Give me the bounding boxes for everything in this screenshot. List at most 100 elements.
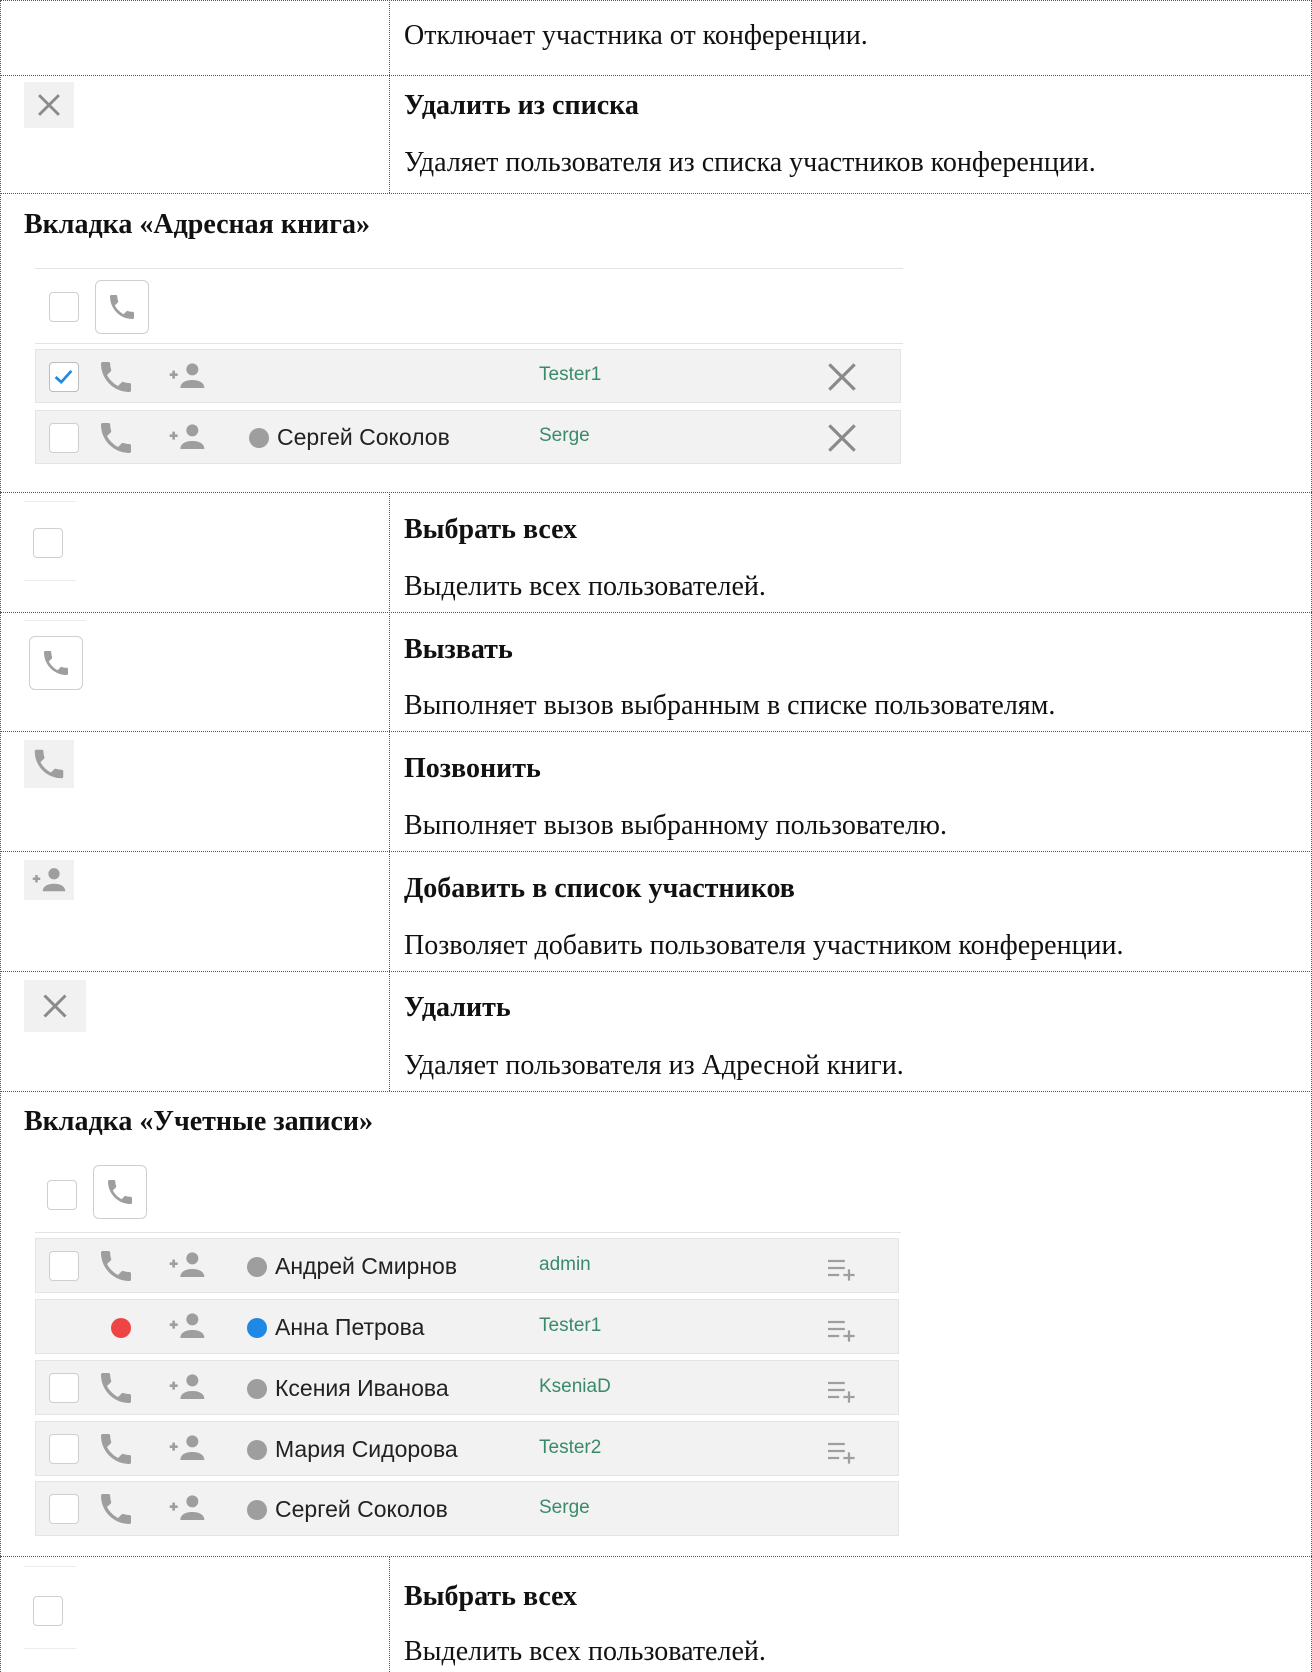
row-description: Позволяет добавить пользователя участник… (404, 930, 1124, 961)
list-item[interactable]: Сергей Соколов Serge (35, 1481, 899, 1536)
row-checkbox[interactable] (49, 362, 79, 392)
row-divider (0, 1091, 1312, 1092)
call-selected-button[interactable] (93, 1165, 147, 1219)
column-divider (389, 1556, 390, 1672)
phone-icon (44, 651, 68, 675)
row-title: Выбрать всех (404, 1581, 578, 1612)
row-divider (0, 971, 1312, 972)
add-person-icon[interactable] (167, 1432, 207, 1464)
select-all-checkbox[interactable] (47, 1180, 77, 1210)
add-person-icon[interactable] (167, 1371, 207, 1403)
close-icon (24, 980, 86, 1032)
status-dot (247, 1500, 267, 1520)
call-selected-button[interactable] (95, 280, 149, 334)
phone-icon (108, 1180, 132, 1204)
row-divider (0, 1556, 1312, 1557)
checkbox-icon (33, 1596, 63, 1626)
login-label: admin (539, 1254, 591, 1275)
row-checkbox[interactable] (49, 1373, 79, 1403)
login-label: Serge (539, 1497, 590, 1518)
row-divider (0, 75, 1312, 76)
phone-icon[interactable] (96, 1489, 136, 1529)
list-item[interactable]: Андрей Смирнов admin (35, 1238, 899, 1293)
divider (24, 501, 76, 502)
divider (24, 620, 86, 621)
row-divider (0, 193, 1312, 194)
row-checkbox[interactable] (49, 423, 79, 453)
call-state-dot (111, 1318, 131, 1338)
checkbox-icon (33, 528, 63, 558)
row-divider (0, 612, 1312, 613)
row-checkbox[interactable] (49, 1494, 79, 1524)
login-label: Tester1 (539, 364, 602, 385)
panel-divider (35, 1232, 901, 1233)
row-divider (0, 492, 1312, 493)
add-person-icon[interactable] (167, 1249, 207, 1281)
column-divider (389, 0, 390, 193)
row-description: Отключает участника от конференции. (404, 20, 868, 51)
panel-divider (35, 268, 903, 269)
row-divider (0, 851, 1312, 852)
row-description: Выполняет вызов выбранным в списке польз… (404, 690, 1056, 721)
list-item[interactable]: Анна Петрова Tester1 (35, 1299, 899, 1354)
checkmark-icon (54, 369, 73, 385)
status-dot (249, 428, 269, 448)
row-divider (0, 731, 1312, 732)
add-person-icon (24, 860, 74, 900)
phone-icon[interactable] (96, 357, 136, 397)
login-label: KseniaD (539, 1376, 611, 1397)
row-title: Добавить в список участников (404, 873, 795, 904)
row-checkbox[interactable] (49, 1434, 79, 1464)
row-description: Удаляет пользователя из списка участнико… (404, 147, 1096, 178)
row-checkbox[interactable] (49, 1251, 79, 1281)
phone-icon (24, 740, 74, 788)
list-item[interactable]: Ксения Иванова KseniaD (35, 1360, 899, 1415)
phone-icon[interactable] (96, 1368, 136, 1408)
user-name: Сергей Соколов (275, 1496, 448, 1522)
phone-icon[interactable] (96, 1246, 136, 1286)
add-person-icon[interactable] (167, 1492, 207, 1524)
status-dot (247, 1257, 267, 1277)
phone-icon[interactable] (96, 418, 136, 458)
playlist-add-icon[interactable] (825, 1437, 859, 1465)
add-person-icon[interactable] (167, 360, 207, 392)
row-title: Вызвать (404, 634, 513, 665)
add-person-icon[interactable] (167, 421, 207, 453)
close-icon[interactable] (823, 358, 861, 396)
phone-icon[interactable] (96, 1429, 136, 1469)
playlist-add-icon[interactable] (825, 1376, 859, 1404)
user-name: Сергей Соколов (277, 424, 450, 450)
playlist-add-icon[interactable] (825, 1315, 859, 1343)
panel-divider (35, 343, 903, 344)
list-item[interactable]: Сергей Соколов Serge (35, 410, 901, 464)
login-label: Tester1 (539, 1315, 602, 1336)
login-label: Tester2 (539, 1437, 602, 1458)
phone-icon (110, 295, 134, 319)
table-top-border (0, 0, 1312, 1)
row-description: Выделить всех пользователей. (404, 1636, 766, 1667)
status-dot (247, 1379, 267, 1399)
close-icon (24, 82, 74, 128)
row-title: Выбрать всех (404, 514, 578, 545)
divider (24, 1648, 76, 1649)
section-heading-address-book: Вкладка «Адресная книга» (24, 209, 370, 240)
playlist-add-icon[interactable] (825, 1254, 859, 1282)
status-dot (247, 1318, 267, 1338)
user-name: Анна Петрова (275, 1314, 425, 1340)
list-item[interactable]: Мария Сидорова Tester2 (35, 1421, 899, 1476)
section-heading-accounts: Вкладка «Учетные записи» (24, 1106, 374, 1137)
row-title: Удалить из списка (404, 90, 639, 121)
row-description: Удаляет пользователя из Адресной книги. (404, 1050, 904, 1081)
column-divider (389, 492, 390, 1091)
user-name: Мария Сидорова (275, 1436, 458, 1462)
add-person-icon[interactable] (167, 1310, 207, 1342)
row-title: Удалить (404, 992, 511, 1023)
divider (24, 1566, 76, 1567)
list-item[interactable]: Tester1 (35, 349, 901, 403)
row-title: Позвонить (404, 753, 541, 784)
close-icon[interactable] (823, 419, 861, 457)
call-button-icon (29, 636, 83, 690)
select-all-checkbox[interactable] (49, 292, 79, 322)
login-label: Serge (539, 425, 590, 446)
divider (24, 580, 76, 581)
